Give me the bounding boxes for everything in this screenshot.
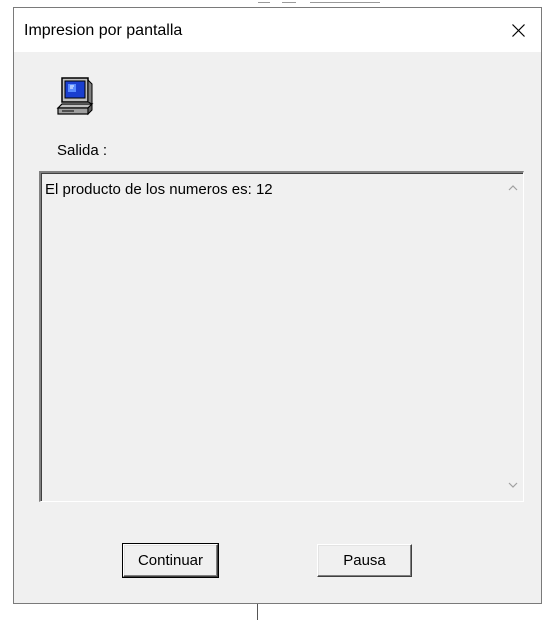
pause-button[interactable]: Pausa xyxy=(317,544,412,577)
dialog-window: Impresion por pantalla Salida : El produ… xyxy=(13,7,542,604)
output-textarea[interactable]: El producto de los numeros es: 12 xyxy=(39,171,524,502)
output-label: Salida : xyxy=(57,142,108,159)
continue-button[interactable]: Continuar xyxy=(122,543,219,578)
background-window-edge xyxy=(258,0,380,6)
window-title: Impresion por pantalla xyxy=(24,22,183,39)
chevron-up-icon xyxy=(508,185,518,191)
vertical-scrollbar[interactable] xyxy=(503,173,523,501)
scroll-down-button[interactable] xyxy=(503,475,523,497)
title-bar[interactable]: Impresion por pantalla xyxy=(14,8,541,52)
output-text: El producto de los numeros es: 12 xyxy=(45,181,273,198)
background-window-edge-bottom xyxy=(257,604,258,620)
scroll-up-button[interactable] xyxy=(503,177,523,199)
close-icon xyxy=(512,24,525,37)
close-button[interactable] xyxy=(495,8,541,52)
computer-icon xyxy=(54,76,94,120)
chevron-down-icon xyxy=(508,482,518,488)
